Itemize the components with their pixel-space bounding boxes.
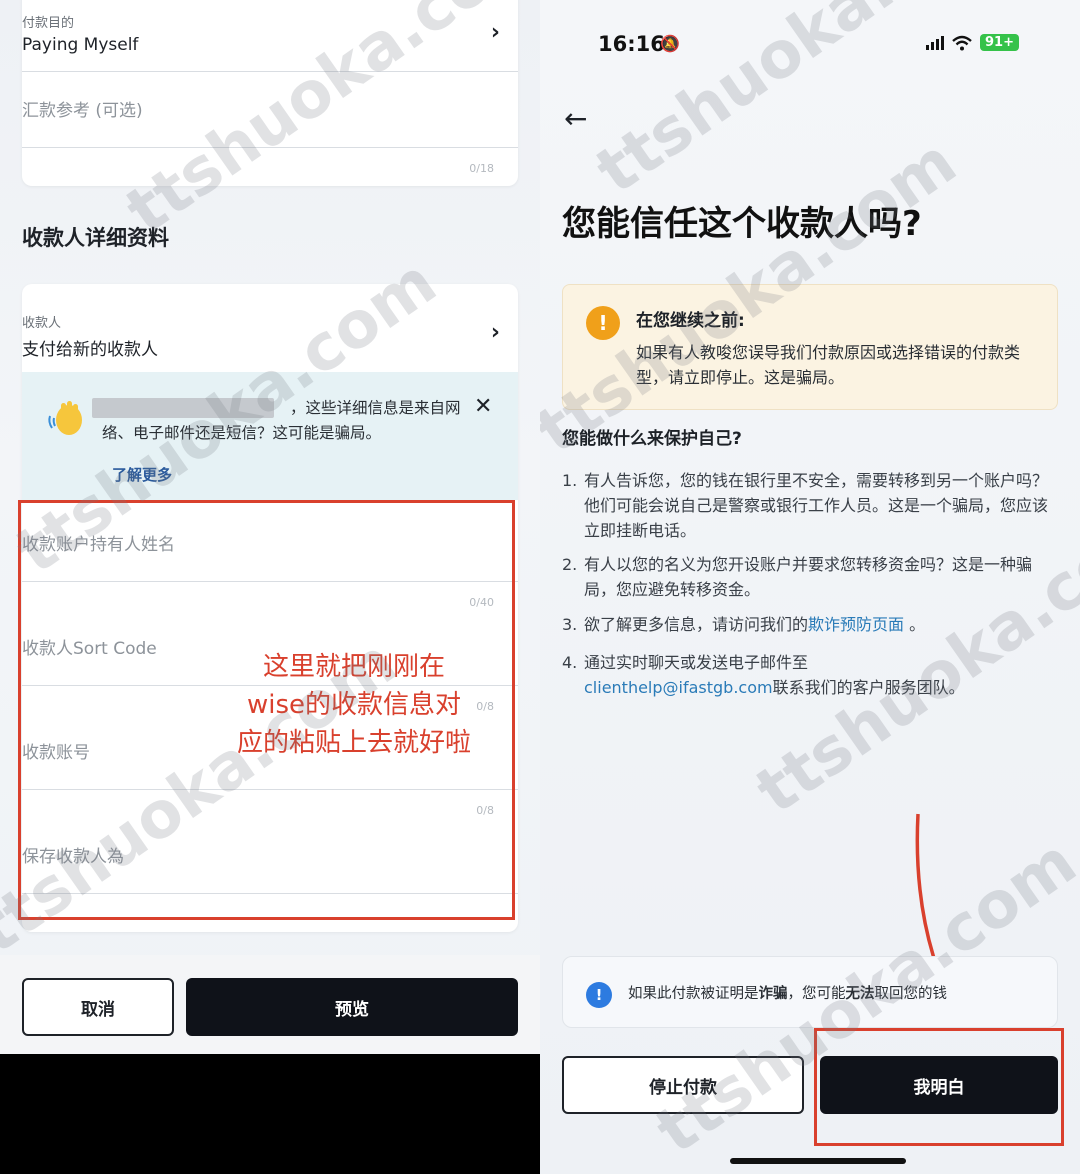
page-title: 您能信任这个收款人吗?: [562, 204, 922, 244]
tip-item: 3. 欲了解更多信息，请访问我们的欺诈预防页面 。: [562, 612, 1052, 637]
recipient-value: 支付给新的收款人: [22, 340, 158, 360]
recipient-label: 收款人: [22, 316, 62, 331]
learn-more-link[interactable]: 了解更多: [112, 464, 172, 485]
home-indicator: [730, 1158, 906, 1164]
stop-payment-button[interactable]: 停止付款: [562, 1056, 804, 1114]
fraud-prevention-link[interactable]: 欺诈预防页面: [808, 615, 904, 634]
tip-item: 1. 有人告诉您，您的钱在银行里不安全，需要转移到另一个账户吗？他们可能会说自己…: [562, 468, 1052, 543]
status-icons: 91+: [926, 34, 1019, 51]
tip-number: 1.: [562, 471, 578, 490]
protect-title: 您能做什么来保护自己?: [562, 429, 742, 449]
right-screen: 16:16 🔕 91+ ← 您能信任这个收款人吗? ! 在您继续之前: 如果有人…: [540, 0, 1080, 1174]
tip-text: 通过实时聊天或发送电子邮件至: [584, 653, 809, 672]
email-link[interactable]: clienthelp@ifastgb.com: [584, 678, 773, 697]
warning-icon: !: [586, 306, 620, 340]
fraud-info-text: 如果此付款被证明是诈骗，您可能无法取回您的钱: [628, 986, 947, 1002]
bottom-bar: [0, 1054, 540, 1174]
tip-number: 3.: [562, 615, 578, 634]
tip-number: 4.: [562, 653, 578, 672]
battery-badge: 91+: [980, 34, 1019, 51]
tip-text: 欲了解更多信息，请访问我们的: [584, 615, 809, 634]
annotation-highlight-box: [814, 1028, 1064, 1146]
remittance-ref-placeholder: 汇款参考 (可选): [22, 101, 143, 121]
chevron-right-icon[interactable]: ›: [491, 20, 500, 45]
recipient-selector[interactable]: 收款人 支付给新的收款人: [22, 312, 518, 368]
remittance-ref-counter: 0/18: [469, 162, 494, 175]
info-icon: !: [586, 982, 612, 1008]
tip-number: 2.: [562, 555, 578, 574]
payment-purpose-label: 付款目的: [22, 16, 75, 31]
notice-title: 在您继续之前:: [636, 311, 745, 331]
tip-text: 有人以您的名义为您开设账户并要求您转移资金吗？这是一种骗局，您应避免转移资金。: [584, 555, 1033, 599]
wifi-icon: [952, 35, 972, 50]
waving-hand-icon: [48, 401, 82, 435]
tip-item: 4. 通过实时聊天或发送电子邮件至 clienthelp@ifastgb.com联…: [562, 650, 1052, 700]
tip-item: 2. 有人以您的名义为您开设账户并要求您转移资金吗？这是一种骗局，您应避免转移资…: [562, 552, 1052, 602]
status-time: 16:16: [598, 32, 665, 56]
annotation-text: 这里就把刚刚在wise的收款信息对应的粘贴上去就好啦: [236, 652, 471, 758]
payment-purpose-field[interactable]: 付款目的 Paying Myself: [22, 12, 518, 72]
section-title: 收款人详细资料: [22, 226, 169, 250]
signal-icon: [926, 35, 944, 50]
payment-purpose-value: Paying Myself: [22, 35, 139, 55]
scam-warning-text: ，这些详细信息是来自网络、电子邮件还是短信？这可能是骗局。: [102, 399, 461, 442]
tip-text: 联系我们的客户服务团队。: [772, 678, 965, 697]
left-screen: 付款目的 Paying Myself › 汇款参考 (可选) 0/18 收款人详…: [0, 0, 540, 1174]
chevron-right-icon[interactable]: ›: [491, 320, 500, 345]
bell-muted-icon: 🔕: [660, 34, 680, 53]
remittance-ref-input[interactable]: 汇款参考 (可选): [22, 96, 518, 148]
back-arrow-icon[interactable]: ←: [564, 102, 587, 135]
notice-body: 如果有人教唆您误导我们付款原因或选择错误的付款类型，请立即停止。这是骗局。: [636, 343, 1021, 387]
preview-button[interactable]: 预览: [186, 978, 518, 1036]
close-icon[interactable]: ✕: [474, 394, 492, 419]
cancel-button[interactable]: 取消: [22, 978, 174, 1036]
tip-text: 。: [909, 615, 926, 634]
tip-text: 有人告诉您，您的钱在银行里不安全，需要转移到另一个账户吗？他们可能会说自己是警察…: [584, 471, 1049, 540]
